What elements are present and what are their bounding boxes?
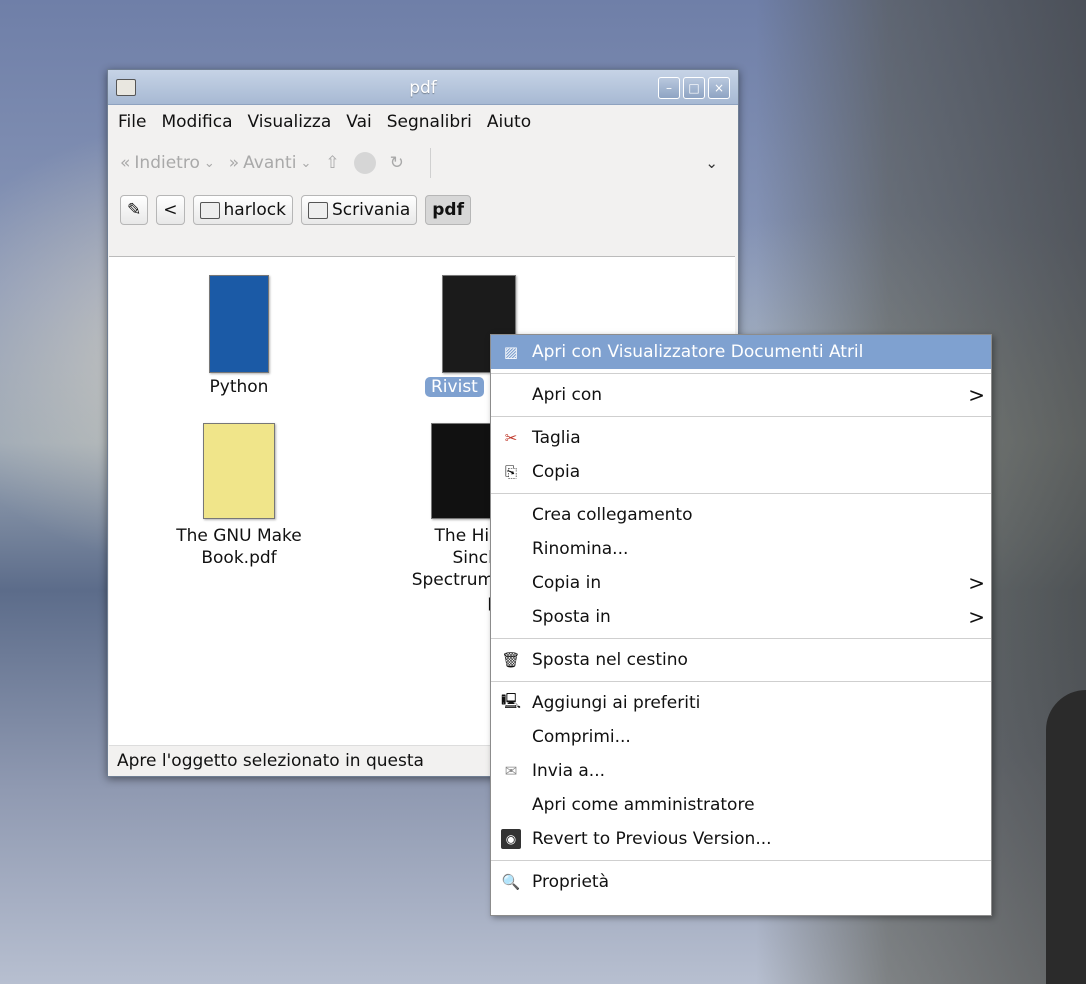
computer-icon: 🖳	[501, 691, 522, 710]
menu-item-create-link[interactable]: Crea collegamento	[491, 498, 991, 532]
menu-item-properties[interactable]: 🔍 Proprietà	[491, 865, 991, 899]
forward-arrow-icon: »	[228, 153, 240, 173]
trash-icon: 🗑	[501, 651, 521, 669]
copy-icon: ⎘	[504, 463, 517, 481]
up-button[interactable]: ⇧	[325, 153, 339, 173]
menu-item-send-to[interactable]: ✉ Invia a...	[491, 754, 991, 788]
menu-item-compress[interactable]: Comprimi...	[491, 720, 991, 754]
file-label: The GNU Make	[176, 526, 302, 546]
menu-separator	[491, 373, 991, 374]
file-label: Book.pdf	[201, 548, 277, 568]
back-button[interactable]: « Indietro ⌄	[120, 153, 215, 173]
menu-file[interactable]: File	[118, 112, 146, 132]
menu-separator	[491, 681, 991, 682]
chevron-right-icon: >	[968, 571, 985, 595]
stop-button[interactable]	[353, 152, 376, 174]
menu-item-revert-version[interactable]: ◉ Revert to Previous Version...	[491, 822, 991, 856]
forward-label: Avanti	[243, 153, 297, 173]
edit-icon: ✎	[127, 200, 142, 220]
menu-separator	[491, 638, 991, 639]
scissors-icon: ✂	[504, 429, 518, 447]
toolbar-overflow-button[interactable]: ⌄	[705, 154, 718, 172]
menu-modifica[interactable]: Modifica	[161, 112, 232, 132]
file-label: Python	[209, 377, 269, 397]
menu-item-rename[interactable]: Rinomina...	[491, 532, 991, 566]
menu-item-open-as-admin[interactable]: Apri come amministratore	[491, 788, 991, 822]
menu-item-add-to-favorites[interactable]: 🖳 Aggiungi ai preferiti	[491, 686, 991, 720]
desktop-figure	[1046, 690, 1086, 984]
menu-aiuto[interactable]: Aiuto	[487, 112, 531, 132]
file-label: Rivist	[425, 377, 484, 397]
atril-icon: ▨	[503, 343, 519, 361]
send-icon: ✉	[504, 762, 518, 780]
home-folder-icon	[199, 201, 220, 219]
menu-item-move-to[interactable]: Sposta in >	[491, 600, 991, 634]
desktop-folder-icon	[308, 201, 328, 219]
toolbar-separator	[429, 148, 431, 178]
stop-icon	[353, 152, 376, 174]
forward-button[interactable]: » Avanti ⌄	[229, 153, 312, 173]
chevron-right-icon: >	[968, 383, 985, 407]
back-arrow-icon: «	[120, 153, 131, 173]
menu-item-open-with[interactable]: Apri con >	[491, 378, 991, 412]
breadcrumb-label: pdf	[432, 200, 464, 220]
menu-item-copy-to[interactable]: Copia in >	[491, 566, 991, 600]
menu-separator	[491, 493, 991, 494]
minimize-button[interactable]: –	[658, 77, 680, 99]
menu-item-open-with-atril[interactable]: ▨ Apri con Visualizzatore Documenti Atri…	[491, 335, 991, 369]
pdf-thumbnail-icon	[431, 423, 499, 519]
path-back-button[interactable]: <	[156, 195, 185, 225]
menu-vai[interactable]: Vai	[346, 112, 371, 132]
path-back-label: <	[163, 200, 178, 220]
context-menu: ▨ Apri con Visualizzatore Documenti Atri…	[490, 334, 992, 916]
breadcrumb-label: harlock	[223, 200, 287, 220]
file-item[interactable]: The GNU Make Book.pdf	[159, 423, 319, 569]
menu-item-move-to-trash[interactable]: 🗑 Sposta nel cestino	[491, 643, 991, 677]
menu-item-cut[interactable]: ✂ Taglia	[491, 421, 991, 455]
titlebar[interactable]: pdf – □ ×	[108, 70, 738, 105]
menu-segnalibri[interactable]: Segnalibri	[387, 112, 472, 132]
chevron-right-icon: >	[968, 605, 985, 629]
close-button[interactable]: ×	[708, 77, 730, 99]
reload-button[interactable]: ↻	[390, 153, 404, 173]
window-title: pdf	[409, 78, 437, 98]
menu-item-copy[interactable]: ⎘ Copia	[491, 455, 991, 489]
menubar: File Modifica Visualizza Vai Segnalibri …	[108, 105, 738, 139]
properties-icon: 🔍	[501, 873, 521, 891]
file-item[interactable]: Python	[159, 275, 319, 397]
pdf-thumbnail-icon	[203, 423, 275, 519]
chevron-down-icon: ⌄	[300, 155, 312, 171]
pathbar: ✎ < harlock Scrivania pdf	[108, 187, 738, 233]
menu-separator	[491, 416, 991, 417]
breadcrumb-pdf[interactable]: pdf	[425, 195, 471, 225]
up-arrow-icon: ⇧	[325, 153, 340, 173]
breadcrumb-scrivania[interactable]: Scrivania	[301, 195, 418, 225]
breadcrumb-label: Scrivania	[332, 200, 411, 220]
location-toggle-button[interactable]: ✎	[120, 195, 149, 225]
menu-visualizza[interactable]: Visualizza	[248, 112, 332, 132]
revert-icon: ◉	[501, 829, 521, 849]
back-label: Indietro	[134, 153, 200, 173]
chevron-down-icon: ⌄	[203, 155, 215, 171]
pdf-thumbnail-icon	[209, 275, 269, 373]
maximize-button[interactable]: □	[683, 77, 705, 99]
menu-separator	[491, 860, 991, 861]
reload-icon: ↻	[389, 153, 404, 173]
toolbar: « Indietro ⌄ » Avanti ⌄ ⇧ ↻ ⌄	[108, 139, 738, 187]
breadcrumb-harlock[interactable]: harlock	[192, 195, 293, 225]
